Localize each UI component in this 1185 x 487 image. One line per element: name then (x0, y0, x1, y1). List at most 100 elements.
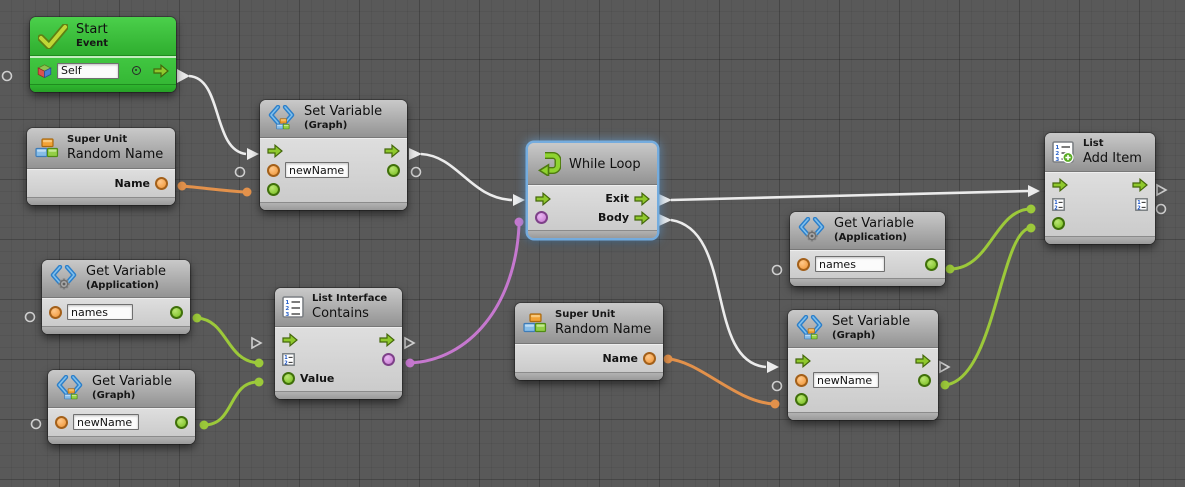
wire-start-to-setvar1-head (247, 148, 259, 160)
node-list-add-item[interactable]: List Add Item (1045, 133, 1155, 244)
name-out-port[interactable] (643, 352, 656, 365)
self-field[interactable] (57, 63, 119, 79)
unconnected-port-indicator (32, 420, 41, 429)
list-in-port[interactable] (282, 353, 295, 366)
node-get-variable-names-left[interactable]: Get Variable (Application) (42, 260, 190, 334)
node-set-variable-graph-1[interactable]: Set Variable (Graph) (260, 100, 407, 210)
wire-setvar1-to-while[interactable] (421, 154, 512, 200)
unconnected-port-indicator (412, 168, 421, 177)
condition-port[interactable] (535, 211, 548, 224)
flow-in-port[interactable] (282, 333, 298, 347)
flow-in-port[interactable] (267, 144, 283, 158)
node-footer (42, 326, 190, 334)
variable-name-port[interactable] (267, 164, 280, 177)
result-out-port[interactable] (382, 353, 395, 366)
cube-icon (37, 64, 52, 78)
node-title: Start (76, 22, 108, 38)
wire-newname-to-contains[interactable] (204, 382, 258, 425)
node-kind: Super Unit (67, 134, 163, 147)
exit-label: Exit (605, 192, 629, 205)
value-out-port[interactable] (175, 416, 188, 429)
node-kind: Super Unit (555, 309, 651, 322)
wire-exit-to-additem[interactable] (671, 191, 1029, 200)
value-out-port[interactable] (387, 164, 400, 177)
body-flow-port[interactable] (634, 211, 650, 225)
flow-out-port[interactable] (384, 144, 400, 158)
node-get-variable-newname[interactable]: Get Variable (Graph) (48, 370, 195, 444)
target-icon (132, 66, 141, 75)
value-label: Value (300, 372, 334, 385)
node-footer (528, 230, 657, 238)
node-title: Random Name (67, 147, 163, 163)
flow-out-port[interactable] (153, 64, 169, 78)
node-footer (275, 391, 402, 399)
node-title: Get Variable (86, 264, 166, 280)
list-in-port[interactable] (1052, 198, 1065, 211)
flow-out-port[interactable] (1132, 178, 1148, 192)
value-out-port[interactable] (918, 374, 931, 387)
unconnected-port-indicator (1157, 205, 1166, 214)
list-icon (282, 296, 304, 318)
node-title: Set Variable (832, 314, 910, 330)
value-in-port[interactable] (282, 372, 295, 385)
flow-out-port[interactable] (915, 354, 931, 368)
wire-setvar1-to-while-tail (409, 148, 422, 160)
unconnected-port-indicator (26, 313, 35, 322)
wire-randomname1-to-setvar1[interactable] (182, 186, 246, 192)
node-random-name-1[interactable]: Super Unit Random Name Name (27, 128, 175, 205)
node-scope: (Graph) (304, 120, 382, 133)
node-footer (1045, 236, 1155, 244)
wire-body-to-setvar2-tail (659, 214, 672, 226)
variable-name-field[interactable] (73, 414, 139, 430)
flow-in-port[interactable] (1052, 178, 1068, 192)
exit-flow-port[interactable] (634, 192, 650, 206)
wire-body-to-setvar2[interactable] (671, 220, 766, 367)
value-in-port[interactable] (795, 393, 808, 406)
blocks-icon (276, 118, 290, 130)
gear-icon (58, 278, 70, 290)
variable-name-port[interactable] (55, 416, 68, 429)
value-in-port[interactable] (267, 183, 280, 196)
graph-canvas[interactable]: 1 2 (0, 0, 1185, 487)
node-while-loop[interactable]: While Loop Exit Body (528, 143, 657, 238)
node-get-variable-names-right[interactable]: Get Variable (Application) (790, 212, 945, 286)
variable-name-port[interactable] (797, 258, 810, 271)
node-start-event[interactable]: Start Event (30, 17, 176, 92)
variable-name-port[interactable] (49, 306, 62, 319)
wire-namesleft-to-contains[interactable] (197, 318, 258, 363)
name-out-port[interactable] (155, 177, 168, 190)
gear-icon (806, 230, 818, 242)
variable-name-field[interactable] (67, 304, 133, 320)
node-title: Random Name (555, 322, 651, 338)
wire-setvar2-to-additem[interactable] (945, 228, 1030, 385)
node-random-name-2[interactable]: Super Unit Random Name Name (515, 303, 663, 380)
item-in-port[interactable] (1052, 217, 1065, 230)
flow-in-port[interactable] (795, 354, 811, 368)
value-out-port[interactable] (925, 258, 938, 271)
wire-contains-to-while[interactable] (410, 226, 519, 363)
loop-icon (536, 152, 561, 176)
wire-start-to-setvar1-tail (177, 69, 190, 83)
node-footer (790, 278, 945, 286)
variable-name-field[interactable] (285, 162, 349, 178)
list-out-port[interactable] (1135, 198, 1148, 211)
variable-name-field[interactable] (813, 372, 879, 388)
node-title: While Loop (569, 157, 641, 172)
variable-name-field[interactable] (815, 256, 885, 272)
node-footer (30, 84, 176, 92)
node-kind: List Interface (312, 293, 387, 306)
value-out-port[interactable] (170, 306, 183, 319)
node-footer (260, 202, 407, 210)
super-unit-blocks-icon (523, 313, 547, 333)
wire-exit-to-additem-head (1028, 185, 1040, 197)
flow-out-port[interactable] (379, 333, 395, 347)
unconnected-flow-indicator (1157, 185, 1166, 195)
node-kind: List (1083, 138, 1142, 151)
node-list-contains[interactable]: List Interface Contains Value (275, 288, 402, 399)
check-icon (38, 24, 68, 49)
variable-name-port[interactable] (795, 374, 808, 387)
node-title: Get Variable (92, 374, 172, 390)
flow-in-port[interactable] (535, 192, 551, 206)
node-set-variable-graph-2[interactable]: Set Variable (Graph) (788, 310, 938, 420)
wire-start-to-setvar1[interactable] (189, 76, 246, 154)
